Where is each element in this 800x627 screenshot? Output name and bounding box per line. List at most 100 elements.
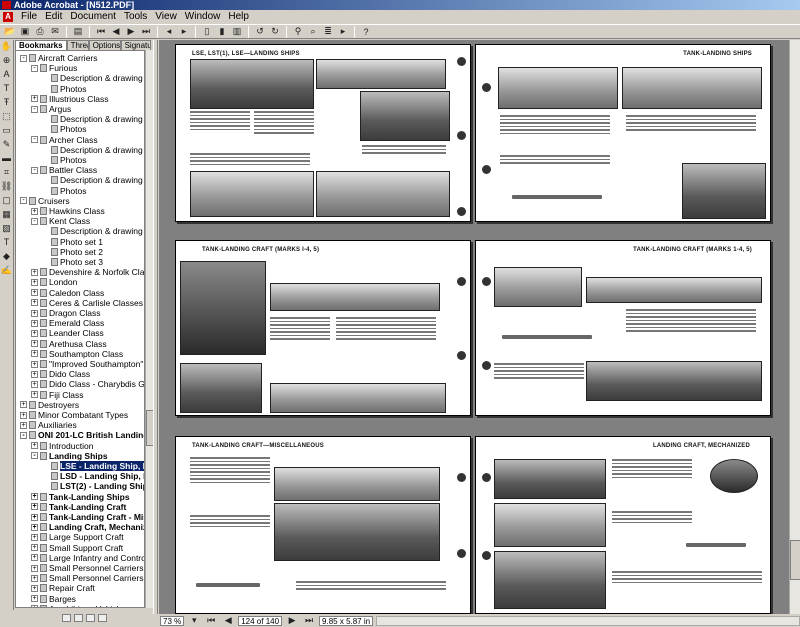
expand-icon[interactable]: + — [20, 411, 27, 419]
expand-icon[interactable]: + — [31, 442, 38, 450]
bookmark-item[interactable]: + Ceres & Carlisle Classes — [31, 298, 143, 308]
bookmark-item[interactable]: LST(2) - Landing Ship — [42, 481, 144, 491]
show-navigation-pane-icon[interactable]: ▤ — [71, 26, 85, 38]
menu-tools[interactable]: Tools — [120, 11, 151, 22]
expand-icon[interactable]: + — [31, 289, 38, 297]
text-select-icon[interactable]: T — [0, 82, 13, 94]
bookmark-options-icon[interactable] — [97, 614, 107, 622]
collapse-icon[interactable]: - — [20, 54, 27, 62]
last-page-icon[interactable]: ⏭ — [302, 615, 316, 627]
bookmark-item[interactable]: Description & drawing — [42, 175, 143, 185]
expand-icon[interactable]: + — [31, 503, 38, 511]
touchup-object-icon[interactable]: ◆ — [0, 250, 13, 262]
collapse-icon[interactable]: - — [31, 166, 38, 174]
bookmark-item[interactable]: Photo set 1 — [42, 237, 103, 247]
single-page-icon[interactable]: ▯ — [200, 26, 214, 38]
bookmark-item[interactable]: Photo set 2 — [42, 247, 103, 257]
expand-icon[interactable]: + — [31, 360, 38, 368]
bookmark-item[interactable]: LSE - Landing Ship, E — [42, 460, 144, 472]
expand-icon[interactable]: + — [31, 309, 38, 317]
bookmark-item[interactable]: Photos — [42, 84, 86, 94]
document-menu-icon[interactable]: A — [3, 11, 13, 22]
bookmark-item[interactable]: - Battler Class — [31, 165, 97, 175]
bookmark-item[interactable]: - Kent Class — [31, 216, 90, 226]
bookmark-item[interactable]: - Furious — [31, 63, 77, 73]
bookmark-item[interactable]: + Amphibious Vehicles — [31, 604, 127, 607]
bookmark-item[interactable]: Description & drawing — [42, 73, 143, 83]
expand-icon[interactable]: + — [31, 523, 38, 531]
bookmark-item[interactable]: + Auxiliaries — [20, 420, 77, 430]
next-page-icon[interactable]: ▶ — [285, 615, 299, 627]
bookmark-item[interactable]: + Hawkins Class — [31, 206, 105, 216]
bookmark-item[interactable]: Description & drawing — [42, 114, 143, 124]
bookmark-item[interactable]: Description & drawing — [42, 226, 143, 236]
collapse-icon[interactable]: - — [20, 197, 27, 205]
article-tool-icon[interactable]: ▧ — [0, 222, 13, 234]
bookmark-item[interactable]: + Leander Class — [31, 328, 104, 338]
bookmark-item[interactable]: + Small Personnel Carriers — [31, 573, 143, 583]
bookmark-item[interactable]: - Cruisers — [20, 196, 70, 206]
previous-page-icon[interactable]: ◀ — [221, 615, 235, 627]
expand-icon[interactable]: + — [31, 350, 38, 358]
print-icon[interactable]: ⎙ — [33, 26, 47, 38]
expand-icon[interactable]: + — [20, 401, 27, 409]
expand-icon[interactable]: + — [31, 605, 38, 607]
crop-tool-icon[interactable]: ⌗ — [0, 166, 13, 178]
form-tool-icon[interactable]: ▢ — [0, 194, 13, 206]
bookmark-item[interactable]: + Repair Craft — [31, 583, 95, 593]
expand-icon[interactable]: + — [31, 493, 38, 501]
expand-icon[interactable]: + — [31, 564, 38, 572]
bookmark-item[interactable]: + Tank-Landing Craft - Misc — [31, 512, 144, 522]
note-tool-icon[interactable]: ▭ — [0, 124, 13, 136]
next-page-icon[interactable]: ▶ — [124, 26, 138, 38]
collapse-icon[interactable]: - — [31, 64, 38, 72]
tab-threads[interactable]: Threads — [66, 40, 89, 50]
expand-bookmark-icon[interactable] — [73, 614, 83, 622]
panel-splitter[interactable] — [153, 40, 158, 614]
last-page-icon[interactable]: ⏭ — [139, 26, 153, 38]
acrobat-icon[interactable]: A — [0, 68, 13, 80]
expand-icon[interactable]: + — [31, 268, 38, 276]
expand-icon[interactable]: + — [31, 391, 38, 399]
continuous-icon[interactable]: ▮ — [215, 26, 229, 38]
email-icon[interactable]: ✉ — [48, 26, 62, 38]
link-tool-icon[interactable]: ⛓ — [0, 180, 13, 192]
bookmark-item[interactable]: + Fiji Class — [31, 390, 83, 400]
first-page-icon[interactable]: ⏮ — [204, 615, 218, 627]
collapse-icon[interactable]: - — [31, 105, 38, 113]
collapse-icon[interactable]: - — [31, 217, 38, 225]
expand-icon[interactable]: + — [31, 95, 38, 103]
new-bookmark-icon[interactable] — [61, 614, 71, 622]
bookmark-item[interactable]: + Small Personnel Carriers — [31, 563, 143, 573]
bookmark-item[interactable]: + Introduction — [31, 441, 93, 451]
expand-icon[interactable]: + — [31, 544, 38, 552]
find-icon[interactable]: ⚲ — [291, 26, 305, 38]
bookmark-item[interactable]: + Large Infantry and Control — [31, 553, 144, 563]
movie-tool-icon[interactable]: ▦ — [0, 208, 13, 220]
help-icon[interactable]: ? — [359, 26, 373, 38]
bookmark-item[interactable]: + London — [31, 277, 77, 287]
bookmark-item[interactable]: - Archer Class — [31, 135, 98, 145]
collapse-icon[interactable]: - — [20, 431, 27, 439]
expand-icon[interactable]: + — [31, 278, 38, 286]
first-page-icon[interactable]: ⏮ — [94, 26, 108, 38]
save-icon[interactable]: ▣ — [18, 26, 32, 38]
expand-icon[interactable]: + — [31, 574, 38, 582]
bookmark-item[interactable]: - Aircraft Carriers — [20, 53, 98, 63]
next-highlight-icon[interactable]: ▸ — [336, 26, 350, 38]
bookmark-item[interactable]: Photo set 3 — [42, 257, 103, 267]
bookmark-item[interactable]: Photos — [42, 124, 86, 134]
expand-icon[interactable]: + — [31, 533, 38, 541]
expand-icon[interactable]: + — [31, 340, 38, 348]
expand-icon[interactable]: + — [31, 380, 38, 388]
bookmark-item[interactable]: + Landing Craft, Mechanized — [31, 522, 144, 532]
bookmark-item[interactable]: Description & drawing — [42, 145, 143, 155]
tab-options[interactable]: Options — [88, 40, 121, 50]
zoom-field[interactable]: 73 % — [160, 615, 185, 626]
tab-signatures[interactable]: Signatures — [120, 40, 151, 50]
bookmark-item[interactable]: Photos — [42, 155, 86, 165]
page-indicator[interactable]: 124 of 140 — [238, 615, 283, 626]
zoom-menu-icon[interactable]: ▾ — [187, 615, 201, 627]
bookmark-item[interactable]: + Dragon Class — [31, 308, 101, 318]
bookmark-item[interactable]: - Argus — [31, 104, 71, 114]
